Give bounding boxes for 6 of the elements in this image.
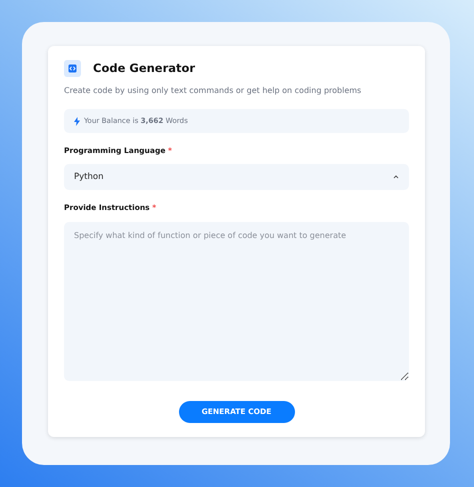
app-title: Code Generator [93,60,196,77]
language-select[interactable]: Python [64,164,409,190]
code-icon [64,60,81,78]
lightning-icon [74,116,80,126]
subtitle: Create code by using only text commands or get help on coding problems [64,85,362,98]
instructions-field[interactable]: Specify what kind of function or piece of code you want to generate [64,222,409,381]
